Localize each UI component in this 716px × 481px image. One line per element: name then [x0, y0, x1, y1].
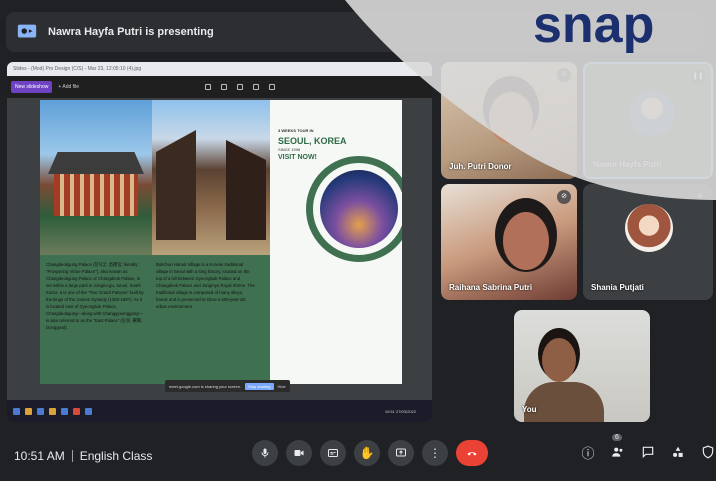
shared-taskbar: 10:51 27/03/2022: [7, 400, 432, 422]
participant-name: Nawra Hayfa Putri: [593, 160, 662, 169]
mic-off-icon: ⊘: [557, 68, 571, 82]
toolbar-icons: [205, 84, 276, 90]
taskview-icon: [37, 407, 44, 415]
current-time: 10:51 AM: [14, 448, 65, 463]
activities-icon[interactable]: [670, 444, 686, 460]
city-night-photo: [320, 170, 398, 248]
zoom-out-icon: [221, 84, 228, 90]
people-icon[interactable]: 6: [610, 434, 626, 460]
chrome-icon: [73, 407, 80, 415]
new-slideshow-tab: New slideshow: [11, 81, 53, 93]
bottom-toolbar: 10:51 AM English Class ✋ ⋮ ⓘ 6: [0, 430, 716, 481]
description-panel: Changdeokgung Palace (창덕궁, 昌德宮; literall…: [40, 255, 270, 384]
participant-video: [629, 90, 675, 136]
visit-now-text: VISIT NOW!: [278, 154, 317, 161]
since-text: SINCE 1998: [278, 147, 301, 152]
explorer-icon: [61, 407, 68, 415]
notice-text: meet.google.com is sharing your screen.: [169, 383, 242, 389]
self-name: You: [522, 405, 537, 414]
participant-tile-active-speaker[interactable]: ❚❚ Nawra Hayfa Putri: [583, 62, 713, 179]
raise-hand-icon[interactable]: ✋: [354, 440, 380, 466]
self-body: [524, 382, 604, 422]
village-description: Bukchon Hanok Village is a Korean tradit…: [156, 262, 255, 309]
participant-video: [503, 212, 549, 270]
store-icon: [85, 407, 92, 415]
present-screen-icon: [17, 24, 37, 38]
hide-notice-button[interactable]: Hide: [278, 384, 286, 389]
hanok-house-right: [226, 140, 266, 240]
info-icon[interactable]: ⓘ: [580, 444, 596, 461]
speaking-icon: ❚❚: [691, 70, 705, 84]
meeting-tools: ⓘ 6: [580, 434, 716, 461]
favorite-icon: [237, 84, 244, 90]
people-count-badge: 6: [612, 434, 622, 441]
hanok-village-photo: [152, 100, 270, 255]
edit-icon: [269, 84, 276, 90]
search-icon: [25, 407, 32, 415]
info-divider: [71, 449, 73, 462]
taskbar-clock: 10:51 27/03/2022: [384, 408, 416, 414]
mic-icon[interactable]: [252, 440, 278, 466]
presenting-banner: Nawra Hayfa Putri is presenting: [6, 12, 706, 52]
destination-title: SEOUL, KOREA: [278, 136, 347, 146]
participant-avatar: [625, 204, 673, 252]
host-controls-icon[interactable]: [700, 444, 716, 460]
edge-icon: [49, 407, 56, 415]
meeting-info: 10:51 AM English Class: [14, 449, 152, 463]
call-controls: ✋ ⋮: [252, 440, 488, 466]
brochure-cover: 3 WEEKS TOUR IN SEOUL, KOREA SINCE 1998 …: [270, 100, 402, 384]
shared-screen[interactable]: Slides - (Mod) Pro Design (C/S) - Mar 23…: [7, 62, 432, 422]
participant-tile[interactable]: ⊘ Raihana Sabrina Putri: [441, 184, 577, 300]
participant-name: Juh. Putri Donor: [449, 162, 512, 171]
add-file-item: + Add file: [58, 84, 80, 90]
camera-icon[interactable]: [286, 440, 312, 466]
more-options-icon[interactable]: ⋮: [422, 440, 448, 466]
presenting-text: Nawra Hayfa Putri is presenting: [48, 26, 214, 38]
palace-photo: [40, 100, 152, 255]
palace-wall: [54, 174, 138, 216]
hanok-house-left: [156, 130, 196, 240]
rotate-icon: [253, 84, 260, 90]
palace-roof: [48, 152, 144, 174]
zoom-in-icon: [205, 84, 212, 90]
self-video: [542, 338, 576, 382]
present-icon[interactable]: [388, 440, 414, 466]
participant-name: Raihana Sabrina Putri: [449, 283, 533, 292]
participant-name: Shania Putjati: [591, 283, 644, 292]
meeting-name: English Class: [79, 448, 153, 463]
self-view-tile[interactable]: You: [514, 310, 650, 422]
mic-off-icon: ⊘: [693, 190, 707, 204]
mic-off-icon: ⊘: [557, 190, 571, 204]
participant-video: [489, 92, 533, 144]
brochure-slide: Changdeokgung Palace (창덕궁, 昌德宮; literall…: [40, 100, 402, 384]
start-icon: [13, 407, 20, 415]
participant-tile[interactable]: ⊘ Juh. Putri Donor: [441, 62, 577, 179]
shared-app-toolbar: New slideshow + Add file: [7, 76, 432, 98]
screen-share-notice: meet.google.com is sharing your screen. …: [165, 380, 290, 392]
participant-tile[interactable]: ⊘ Shania Putjati: [583, 184, 713, 300]
palace-description: Changdeokgung Palace (창덕궁, 昌德宮; literall…: [46, 262, 144, 330]
chat-icon[interactable]: [640, 444, 656, 460]
end-call-icon[interactable]: [456, 440, 488, 466]
shared-window-title: Slides - (Mod) Pro Design (C/S) - Mar 23…: [7, 62, 432, 76]
tour-duration: 3 WEEKS TOUR IN: [278, 128, 314, 133]
captions-icon[interactable]: [320, 440, 346, 466]
stop-sharing-button[interactable]: Stop sharing: [245, 382, 274, 390]
